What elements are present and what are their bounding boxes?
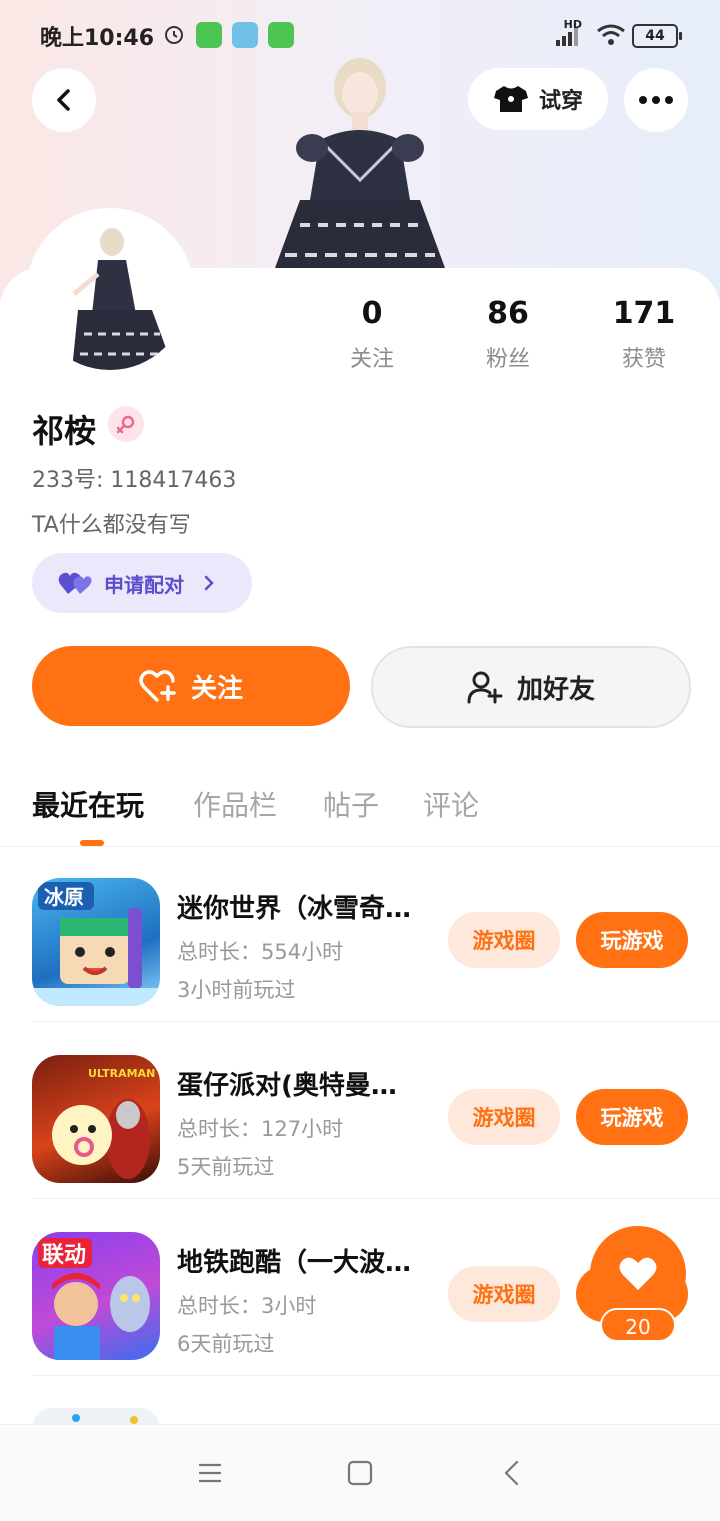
add-friend-label: 加好友 [516, 674, 595, 705]
stat-likes[interactable]: 171 获赞 [584, 296, 704, 373]
game-icon-text: 冰原 [44, 885, 84, 909]
chevron-left-icon [57, 89, 70, 111]
back-triangle-icon[interactable] [492, 1453, 532, 1493]
tshirt-icon [493, 86, 528, 112]
tryon-button[interactable]: 试穿 [468, 68, 608, 130]
app-notification-icon [232, 22, 258, 48]
tab-works[interactable]: 作品栏 [193, 784, 277, 824]
game-last-played: 3小时前玩过 [177, 978, 296, 1002]
like-count: 20 [600, 1308, 676, 1342]
request-pair-label: 申请配对 [104, 572, 184, 597]
game-play-duration: 总时长：554小时 [177, 940, 344, 964]
battery-indicator: 44 [632, 24, 682, 48]
stat-value: 0 [361, 296, 383, 331]
divider [32, 1375, 720, 1376]
game-icon: ULTRAMAN [32, 1055, 160, 1183]
stat-value: 171 [612, 296, 676, 331]
profile-bio: TA什么都没有写 [32, 513, 191, 538]
game-icon: 联动 [32, 1232, 160, 1360]
add-friend-button[interactable]: 加好友 [371, 646, 691, 728]
heart-plus-icon [139, 670, 176, 702]
tab-posts[interactable]: 帖子 [323, 784, 379, 824]
request-pair-button[interactable]: 申请配对 [32, 553, 252, 613]
chevron-right-icon [204, 575, 214, 591]
signal-icon [554, 26, 580, 52]
game-list-item[interactable]: 冰原 迷你世界（冰雪奇… 总时长：554小时 3小时前玩过 游戏圈 玩游戏 [32, 846, 720, 1022]
profile-name: 祁桉 [32, 412, 97, 450]
female-gender-icon [108, 406, 144, 442]
character-figure [275, 58, 445, 268]
system-nav-bar [0, 1424, 720, 1521]
game-last-played: 5天前玩过 [177, 1155, 275, 1179]
game-play-duration: 总时长：127小时 [177, 1117, 344, 1141]
alarm-icon [162, 22, 186, 52]
add-user-icon [467, 671, 503, 704]
game-title: 地铁跑酷（一大波… [177, 1248, 412, 1278]
follow-label: 关注 [190, 673, 243, 704]
follow-button[interactable]: 关注 [32, 646, 350, 726]
play-game-button[interactable]: 玩游戏 [576, 912, 688, 968]
stat-label: 关注 [349, 347, 394, 372]
tab-recently-played[interactable]: 最近在玩 [32, 784, 144, 824]
menu-icon[interactable] [190, 1453, 230, 1493]
avatar[interactable] [32, 214, 188, 370]
divider [32, 1198, 720, 1199]
more-dots-icon [639, 96, 673, 104]
divider [32, 1021, 720, 1022]
game-last-played: 6天前玩过 [177, 1332, 275, 1356]
stat-following[interactable]: 0 关注 [312, 296, 432, 373]
double-heart-icon [58, 572, 92, 594]
wifi-icon [596, 24, 626, 52]
back-button[interactable] [32, 68, 96, 132]
game-list-item[interactable]: ULTRAMAN 蛋仔派对(奥特曼… 总时长：127小时 5天前玩过 游戏圈 玩… [32, 1023, 720, 1199]
game-icon: 冰原 [32, 878, 160, 1006]
stat-fans[interactable]: 86 粉丝 [448, 296, 568, 373]
home-square-icon[interactable] [340, 1453, 380, 1493]
tab-comments[interactable]: 评论 [423, 784, 479, 824]
stat-label: 获赞 [621, 347, 666, 372]
play-game-button[interactable]: 玩游戏 [576, 1089, 688, 1145]
game-circle-button[interactable]: 游戏圈 [448, 1266, 560, 1322]
game-icon-text: ULTRAMAN [88, 1067, 155, 1080]
status-time: 晚上10:46 [40, 26, 155, 51]
stat-value: 86 [487, 296, 529, 331]
game-circle-button[interactable]: 游戏圈 [448, 912, 560, 968]
status-bar: 晚上10:46 HD 44 [40, 18, 684, 52]
game-title: 迷你世界（冰雪奇… [177, 894, 412, 924]
game-play-duration: 总时长：3小时 [177, 1294, 317, 1318]
app-notification-icon [196, 22, 222, 48]
app-notification-icon [268, 22, 294, 48]
more-options-button[interactable] [624, 68, 688, 132]
stat-label: 粉丝 [485, 347, 530, 372]
floating-like-button[interactable]: 20 [590, 1226, 686, 1342]
game-circle-button[interactable]: 游戏圈 [448, 1089, 560, 1145]
game-title: 蛋仔派对(奥特曼… [177, 1071, 397, 1101]
avatar-figure [72, 228, 174, 370]
game-icon-text: 联动 [42, 1243, 86, 1268]
user-id: 233号: 118417463 [32, 468, 237, 493]
tryon-label: 试穿 [538, 89, 583, 114]
